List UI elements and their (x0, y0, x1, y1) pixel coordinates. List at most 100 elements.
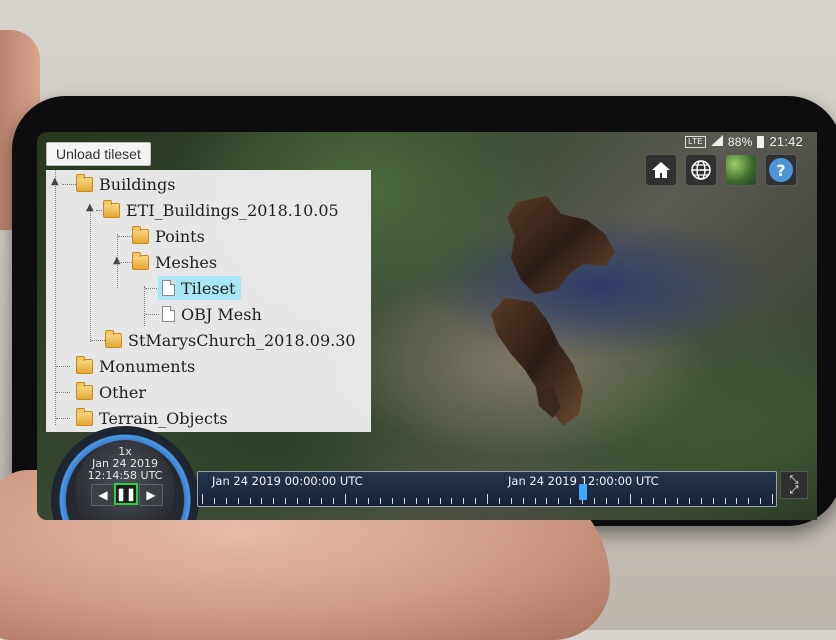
timeline-tick (570, 498, 572, 504)
home-icon (652, 162, 670, 178)
tree-connector (144, 286, 145, 326)
timeline[interactable]: Jan 24 2019 00:00:00 UTC Jan 24 2019 12:… (197, 471, 777, 507)
timeline-tick (451, 498, 453, 504)
timeline-tick (688, 498, 690, 504)
timeline-tick (724, 498, 726, 504)
collapse-icon[interactable]: ▲ (51, 176, 59, 187)
imagery-button[interactable] (725, 154, 757, 186)
timeline-tick (558, 498, 560, 504)
timeline-tick (677, 498, 678, 504)
file-icon (162, 280, 175, 296)
unload-tileset-button[interactable]: Unload tileset (46, 142, 151, 166)
tree-item-obj-mesh[interactable]: OBJ Mesh (162, 302, 262, 326)
tree-item-label: Other (99, 382, 146, 402)
timeline-tick (213, 498, 215, 504)
tree-item-label: Buildings (99, 174, 176, 194)
timeline-tick (439, 498, 441, 504)
folder-icon (76, 407, 93, 426)
tree-item-meshes[interactable]: Meshes (132, 250, 217, 274)
timeline-tick (700, 498, 702, 504)
timeline-tick (356, 498, 358, 504)
cesium-viewer[interactable]: LTE 88% 21:42 Unload tileset ▲ ▲ ▲ Build… (37, 132, 817, 520)
collapse-icon[interactable]: ▲ (86, 202, 94, 213)
timeline-tick (249, 498, 251, 504)
folder-icon (103, 199, 120, 218)
tree-item-points[interactable]: Points (132, 224, 205, 248)
timeline-tick (498, 498, 500, 504)
tree-connector (90, 208, 91, 342)
collapse-icon[interactable]: ▲ (113, 255, 121, 266)
play-reverse-button[interactable]: ◀ (91, 484, 115, 506)
folder-icon (132, 225, 149, 244)
pause-button[interactable]: ❚❚ (114, 483, 138, 505)
timeline-tick (320, 498, 322, 504)
timeline-tick (629, 494, 631, 504)
help-button[interactable]: ? (765, 154, 797, 186)
tree-item-label: Monuments (99, 356, 196, 376)
tree-item-other[interactable]: Other (76, 380, 146, 404)
timeline-tick (225, 498, 227, 504)
timeline-ticks (202, 494, 773, 504)
timeline-tick (712, 498, 714, 504)
globe-icon (691, 160, 711, 180)
globe-button[interactable] (685, 154, 717, 186)
animation-time: 12:14:58 UTC (87, 469, 163, 482)
tree-item-label: OBJ Mesh (181, 304, 262, 324)
timeline-tick (403, 498, 405, 504)
timeline-tick (415, 498, 417, 504)
battery-icon (757, 136, 765, 148)
tree-connector (56, 392, 70, 393)
timeline-tick (546, 498, 548, 504)
tree-item-label: Meshes (155, 252, 218, 272)
timeline-tick (427, 498, 429, 504)
timeline-start-label: Jan 24 2019 00:00:00 UTC (212, 474, 363, 488)
tree-connector (55, 170, 56, 425)
building-mesh[interactable] (477, 194, 647, 444)
timeline-tick (368, 498, 370, 504)
tree-connector (62, 184, 76, 185)
timeline-tick (522, 498, 524, 504)
timeline-tick (510, 498, 512, 504)
tileset-tree: ▲ ▲ ▲ Buildings ETI_Buildings_2018.10.05… (46, 170, 371, 432)
network-indicator: LTE (685, 136, 706, 148)
tree-item-label: Points (155, 226, 205, 246)
timeline-tick (617, 498, 619, 504)
tree-item-label: Tileset (181, 278, 236, 298)
timeline-tick (202, 494, 203, 504)
tree-item-label: StMarysChurch_2018.09.30 (128, 330, 356, 350)
tree-connector (118, 262, 132, 263)
timeline-tick (463, 498, 465, 504)
signal-icon (710, 132, 723, 152)
home-button[interactable] (645, 154, 677, 186)
tree-connector (56, 366, 70, 367)
tree-item-stmaryschurch[interactable]: StMarysChurch_2018.09.30 (105, 328, 356, 352)
tree-connector (118, 236, 132, 237)
timeline-tick (380, 498, 382, 504)
tree-connector (145, 288, 159, 289)
cesium-toolbar: ? (645, 154, 797, 186)
timeline-tick (285, 498, 287, 504)
folder-icon (76, 381, 93, 400)
fullscreen-button[interactable]: ⤡ ⤢ (780, 471, 808, 499)
timeline-tick (593, 498, 595, 504)
timeline-tick (332, 498, 334, 504)
play-forward-button[interactable]: ▶ (139, 484, 163, 506)
timeline-tick (605, 498, 607, 504)
tree-item-eti-buildings[interactable]: ETI_Buildings_2018.10.05 (103, 198, 339, 222)
timeline-tick (487, 494, 488, 504)
tree-item-monuments[interactable]: Monuments (76, 354, 195, 378)
tree-connector (145, 314, 159, 315)
timeline-tick (760, 498, 762, 504)
tree-item-buildings[interactable]: Buildings (76, 172, 175, 196)
timeline-tick (748, 498, 750, 504)
timeline-tick (261, 498, 263, 504)
timeline-tick (392, 498, 393, 504)
help-icon: ? (769, 158, 793, 182)
timeline-tick (344, 494, 346, 504)
tree-connector (91, 340, 105, 341)
timeline-needle[interactable] (579, 484, 587, 500)
timeline-tick (736, 498, 738, 504)
tree-item-tileset[interactable]: Tileset (158, 276, 242, 300)
timeline-tick (772, 494, 773, 504)
battery-percent: 88% (727, 135, 753, 149)
